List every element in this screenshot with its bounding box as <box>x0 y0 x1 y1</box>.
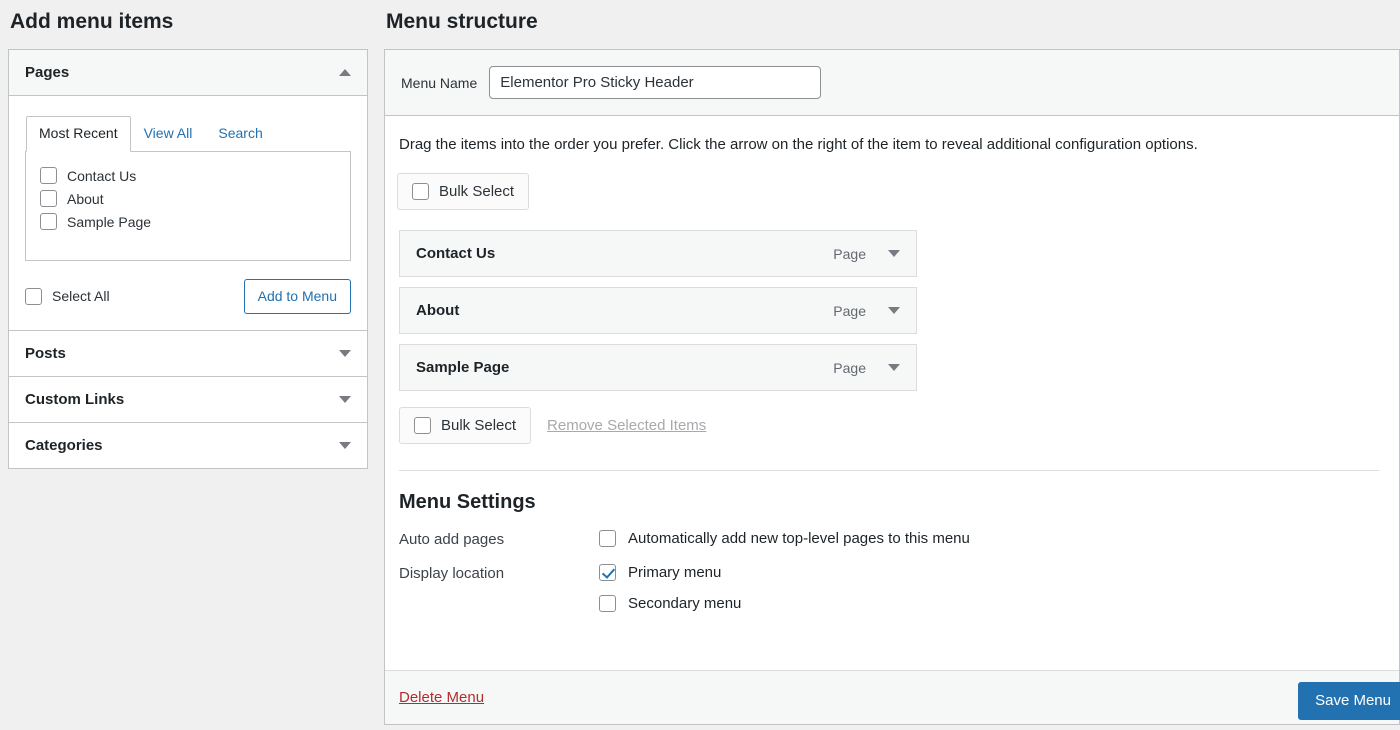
add-menu-items-column: Add menu items Pages Most Recent View Al… <box>0 0 368 469</box>
display-location-label: Display location <box>399 565 505 583</box>
auto-add-option-label: Automatically add new top-level pages to… <box>628 530 970 548</box>
tab-view-all[interactable]: View All <box>131 116 206 151</box>
save-menu-button[interactable]: Save Menu <box>1298 682 1400 720</box>
display-location-options: Primary menu Secondary menu <box>599 564 742 613</box>
chevron-down-icon[interactable] <box>339 395 351 403</box>
accordion-header-custom-links[interactable]: Custom Links <box>9 376 367 422</box>
menu-settings-title: Menu Settings <box>399 491 536 514</box>
auto-add-pages-label: Auto add pages <box>399 531 505 549</box>
bulk-select-bottom[interactable]: Bulk Select <box>399 407 532 445</box>
chevron-up-icon[interactable] <box>339 69 351 77</box>
bulk-select-bottom-label: Bulk Select <box>441 417 517 435</box>
menu-item-row[interactable]: About Page <box>399 287 917 335</box>
bulk-actions-row: Bulk Select Remove Selected Items <box>399 407 1383 445</box>
list-item[interactable]: About <box>40 187 336 210</box>
select-all-row[interactable]: Select All <box>25 285 110 308</box>
accordion-header-categories[interactable]: Categories <box>9 422 367 468</box>
checkbox-select-all[interactable] <box>25 287 42 305</box>
page-label: About <box>67 190 104 207</box>
bulk-select-top[interactable]: Bulk Select <box>397 173 530 211</box>
drag-hint-text: Drag the items into the order you prefer… <box>399 136 1198 154</box>
menu-structure-column: Menu structure Menu Name Drag the items … <box>368 0 1400 730</box>
accordion-body-pages: Most Recent View All Search Contact Us A… <box>9 96 367 330</box>
page-label: Contact Us <box>67 167 137 184</box>
accordion-header-pages[interactable]: Pages <box>9 50 367 97</box>
accordion-title-pages: Pages <box>25 64 70 82</box>
tab-search[interactable]: Search <box>205 116 275 151</box>
section-divider <box>399 470 1379 472</box>
pages-tablist: Most Recent View All Search <box>26 116 351 153</box>
checkbox-auto-add-pages[interactable] <box>599 530 616 548</box>
menu-structure-title: Menu structure <box>386 10 538 33</box>
select-all-label: Select All <box>52 288 110 305</box>
delete-menu-link[interactable]: Delete Menu <box>399 689 484 706</box>
pages-tab-panel: Contact Us About Sample Page <box>25 151 351 262</box>
menu-item-type: Page <box>833 245 866 262</box>
checkbox-bulk-select-top[interactable] <box>412 183 429 201</box>
accordion-title-custom-links: Custom Links <box>25 390 125 408</box>
setting-display-location: Display location Primary menu Secondary … <box>397 564 1383 613</box>
chevron-down-icon[interactable] <box>888 250 900 258</box>
location-option-secondary[interactable]: Secondary menu <box>599 595 742 613</box>
menu-item-row[interactable]: Contact Us Page <box>399 230 917 278</box>
add-to-menu-button[interactable]: Add to Menu <box>243 279 351 314</box>
menu-editor-screen: Add menu items Pages Most Recent View Al… <box>0 0 1400 730</box>
checkbox-bulk-select-bottom[interactable] <box>414 417 431 435</box>
auto-add-options: Automatically add new top-level pages to… <box>599 530 970 548</box>
menu-item-meta: Page <box>833 360 900 376</box>
bulk-select-top-label: Bulk Select <box>439 183 515 201</box>
checkbox-sample-page[interactable] <box>40 213 57 231</box>
primary-menu-label: Primary menu <box>628 564 722 582</box>
menu-structure-panel: Menu Name Drag the items into the order … <box>384 49 1400 726</box>
menu-name-input[interactable] <box>489 66 822 100</box>
accordion-section-posts: Posts <box>9 330 367 377</box>
accordion-title-categories: Categories <box>25 436 103 454</box>
menu-name-bar: Menu Name <box>385 50 1399 117</box>
chevron-down-icon[interactable] <box>888 307 900 315</box>
checkbox-about[interactable] <box>40 190 57 208</box>
menu-item-meta: Page <box>833 246 900 262</box>
menu-structure-body: Drag the items into the order you prefer… <box>385 116 1399 613</box>
menu-actions-footer: Delete Menu <box>385 670 1399 725</box>
accordion-title-posts: Posts <box>25 344 66 362</box>
location-option-primary[interactable]: Primary menu <box>599 564 741 582</box>
tab-most-recent[interactable]: Most Recent <box>26 116 131 153</box>
metabox-accordion: Pages Most Recent View All Search Contac… <box>8 49 368 469</box>
checkbox-contact-us[interactable] <box>40 167 57 185</box>
add-menu-items-title: Add menu items <box>10 10 174 33</box>
checkbox-secondary-menu[interactable] <box>599 595 616 613</box>
chevron-down-icon[interactable] <box>888 364 900 372</box>
chevron-down-icon[interactable] <box>339 349 351 357</box>
page-label: Sample Page <box>67 213 152 230</box>
menu-item-title: About <box>416 302 460 320</box>
secondary-menu-label: Secondary menu <box>628 595 742 613</box>
menu-name-label: Menu Name <box>401 74 478 91</box>
setting-auto-add-pages: Auto add pages Automatically add new top… <box>397 530 1383 548</box>
menu-item-title: Sample Page <box>416 359 510 377</box>
checkbox-primary-menu[interactable] <box>599 564 616 582</box>
list-item[interactable]: Sample Page <box>40 210 336 233</box>
menu-item-type: Page <box>833 359 866 376</box>
pages-actions-row: Select All Add to Menu <box>25 279 351 314</box>
accordion-section-categories: Categories <box>9 422 367 468</box>
chevron-down-icon[interactable] <box>339 441 351 449</box>
menu-item-type: Page <box>833 302 866 319</box>
auto-add-option-row[interactable]: Automatically add new top-level pages to… <box>599 530 970 548</box>
menu-item-meta: Page <box>833 303 900 319</box>
menu-item-title: Contact Us <box>416 245 496 263</box>
remove-selected-items-link[interactable]: Remove Selected Items <box>547 417 706 434</box>
list-item[interactable]: Contact Us <box>40 164 336 187</box>
menu-items-list: Contact Us Page About Page Sample Page P… <box>399 230 1383 392</box>
accordion-section-custom-links: Custom Links <box>9 376 367 423</box>
accordion-section-pages: Pages Most Recent View All Search Contac… <box>9 50 367 331</box>
save-menu-wrap: Save Menu <box>1298 682 1400 720</box>
accordion-header-posts[interactable]: Posts <box>9 330 367 376</box>
menu-item-row[interactable]: Sample Page Page <box>399 344 917 392</box>
